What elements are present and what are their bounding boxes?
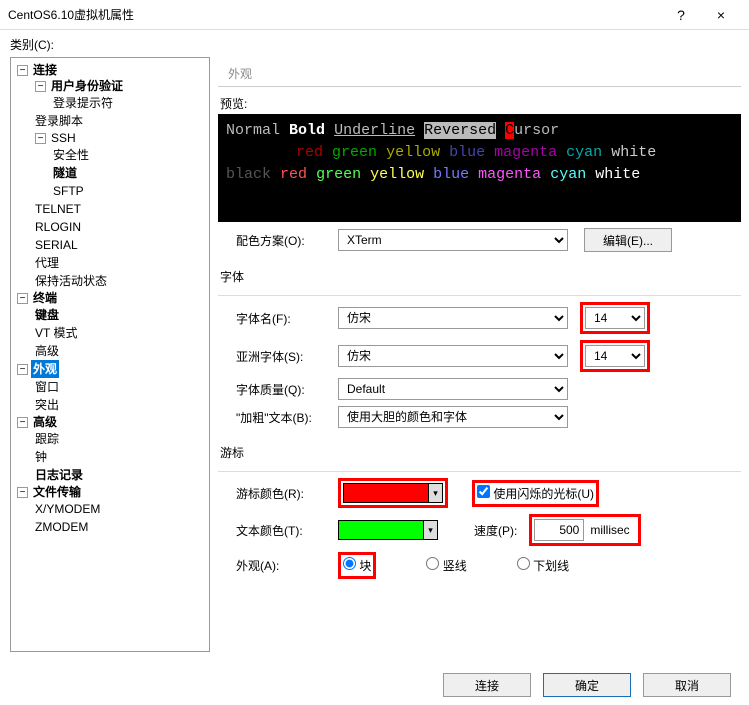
tree-sftp[interactable]: SFTP — [13, 182, 207, 200]
cursor-appearance-label: 外观(A): — [218, 557, 338, 574]
category-tree[interactable]: −连接 −用户身份验证 登录提示符 登录脚本 −SSH 安全性 隧道 SFTP … — [10, 57, 210, 652]
cursor-color-label: 游标颜色(R): — [218, 485, 338, 502]
main-panel: 外观 预览: Normal Bold Underline Reversed Cu… — [214, 55, 749, 665]
tree-window[interactable]: 窗口 — [13, 378, 207, 396]
close-button[interactable]: × — [701, 1, 741, 29]
tree-logging[interactable]: 日志记录 — [13, 466, 207, 484]
collapse-icon[interactable]: − — [17, 487, 28, 498]
tree-rlogin[interactable]: RLOGIN — [13, 218, 207, 236]
bold-text-label: "加粗"文本(B): — [218, 409, 338, 426]
font-size1-select[interactable]: 14 — [585, 307, 645, 329]
preview-label: 预览: — [220, 95, 741, 112]
tree-bell[interactable]: 钟 — [13, 448, 207, 466]
dropdown-icon[interactable]: ▾ — [423, 521, 437, 539]
text-color-label: 文本颜色(T): — [218, 522, 338, 539]
tree-login-script[interactable]: 登录脚本 — [13, 112, 207, 130]
cursor-uline-radio[interactable]: 下划线 — [517, 557, 569, 574]
ok-button[interactable]: 确定 — [543, 673, 631, 697]
speed-unit: millisec — [584, 523, 635, 537]
tree-highlight[interactable]: 突出 — [13, 396, 207, 414]
collapse-icon[interactable]: − — [17, 364, 28, 375]
font-quality-label: 字体质量(Q): — [218, 381, 338, 398]
dialog-footer: 连接 确定 取消 — [0, 665, 749, 705]
edit-scheme-button[interactable]: 编辑(E)... — [584, 228, 672, 252]
tree-terminal[interactable]: −终端 — [13, 290, 207, 306]
scheme-select[interactable]: XTerm — [338, 229, 568, 251]
tree-trace[interactable]: 跟踪 — [13, 430, 207, 448]
text-color-picker[interactable]: ▾ — [338, 520, 438, 540]
asian-font-label: 亚洲字体(S): — [218, 348, 338, 365]
tree-vtmode[interactable]: VT 模式 — [13, 324, 207, 342]
blink-cursor-checkbox[interactable]: 使用闪烁的光标(U) — [477, 485, 594, 502]
font-quality-select[interactable]: Default — [338, 378, 568, 400]
tree-ssh[interactable]: −SSH — [13, 130, 207, 146]
speed-label: 速度(P): — [474, 522, 517, 539]
help-button[interactable]: ? — [661, 1, 701, 29]
tree-serial[interactable]: SERIAL — [13, 236, 207, 254]
tab-appearance: 外观 — [218, 59, 741, 87]
window-title: CentOS6.10虚拟机属性 — [8, 6, 661, 23]
dropdown-icon[interactable]: ▾ — [428, 484, 442, 502]
scheme-label: 配色方案(O): — [218, 232, 338, 249]
tree-appearance[interactable]: −外观 — [13, 360, 207, 378]
tree-tunnel[interactable]: 隧道 — [13, 164, 207, 182]
title-bar: CentOS6.10虚拟机属性 ? × — [0, 0, 749, 30]
tree-user-auth[interactable]: −用户身份验证 — [13, 78, 207, 94]
cursor-vline-radio[interactable]: 竖线 — [426, 557, 466, 574]
bold-text-select[interactable]: 使用大胆的颜色和字体 — [338, 406, 568, 428]
connect-button[interactable]: 连接 — [443, 673, 531, 697]
font-group-label: 字体 — [218, 264, 741, 289]
category-label: 类别(C): — [0, 30, 749, 55]
collapse-icon[interactable]: − — [17, 417, 28, 428]
tree-filetransfer[interactable]: −文件传输 — [13, 484, 207, 500]
preview-box: Normal Bold Underline Reversed Cursor re… — [218, 114, 741, 222]
asian-font-select[interactable]: 仿宋 — [338, 345, 568, 367]
tree-telnet[interactable]: TELNET — [13, 200, 207, 218]
collapse-icon[interactable]: − — [35, 133, 46, 144]
cursor-block-radio[interactable]: 块 — [343, 557, 371, 574]
cursor-group-label: 游标 — [218, 440, 741, 465]
collapse-icon[interactable]: − — [17, 65, 28, 76]
tree-zmodem[interactable]: ZMODEM — [13, 518, 207, 536]
tree-keyboard[interactable]: 键盘 — [13, 306, 207, 324]
tree-security[interactable]: 安全性 — [13, 146, 207, 164]
cursor-color-picker[interactable]: ▾ — [343, 483, 443, 503]
speed-input[interactable] — [534, 519, 584, 541]
font-name-select[interactable]: 仿宋 — [338, 307, 568, 329]
tree-proxy[interactable]: 代理 — [13, 254, 207, 272]
cancel-button[interactable]: 取消 — [643, 673, 731, 697]
collapse-icon[interactable]: − — [35, 81, 46, 92]
collapse-icon[interactable]: − — [17, 293, 28, 304]
font-name-label: 字体名(F): — [218, 310, 338, 327]
tree-xymodem[interactable]: X/YMODEM — [13, 500, 207, 518]
tree-connection[interactable]: −连接 — [13, 62, 207, 78]
tree-keepalive[interactable]: 保持活动状态 — [13, 272, 207, 290]
tree-login-prompt[interactable]: 登录提示符 — [13, 94, 207, 112]
font-size2-select[interactable]: 14 — [585, 345, 645, 367]
tree-advanced2[interactable]: −高级 — [13, 414, 207, 430]
tree-advanced[interactable]: 高级 — [13, 342, 207, 360]
